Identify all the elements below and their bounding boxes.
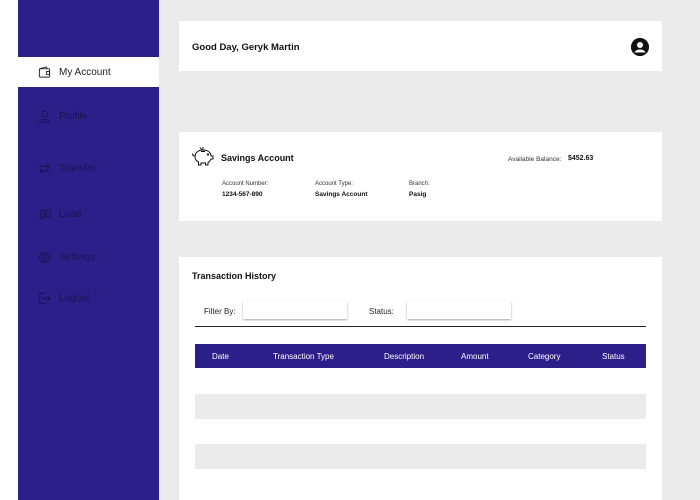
divider	[195, 326, 646, 327]
sidebar-item-transfer[interactable]: Transfer	[18, 153, 159, 183]
transaction-history-title: Transaction History	[192, 271, 277, 281]
balance-value: $452.63	[568, 155, 594, 162]
transaction-history-card: Transaction History Filter By: Status: D…	[179, 257, 662, 500]
transfer-icon	[38, 162, 51, 175]
header-card: Good Day, Geryk Martin	[179, 21, 662, 71]
gear-icon	[38, 250, 51, 264]
column-header-category: Category	[528, 352, 561, 361]
money-icon	[38, 208, 51, 221]
sidebar-item-label: Settings	[59, 251, 96, 263]
sidebar-item-label: Transfer	[59, 162, 96, 174]
sidebar-item-profile[interactable]: Profile	[18, 101, 159, 131]
branch-label: Branch:	[409, 181, 430, 187]
logout-icon	[38, 292, 51, 305]
wallet-icon	[38, 65, 51, 79]
table-header: Date Transaction Type Description Amount…	[195, 344, 646, 368]
table-row	[195, 444, 646, 469]
account-card: Savings Account Available Balance: $452.…	[179, 132, 662, 221]
account-title: Savings Account	[221, 153, 294, 163]
sidebar-item-label: Profile	[59, 110, 88, 122]
user-icon	[38, 110, 51, 123]
sidebar-item-load[interactable]: Load	[18, 199, 159, 229]
column-header-amount: Amount	[461, 352, 489, 361]
sidebar-item-settings[interactable]: Settings	[18, 242, 159, 272]
column-header-date: Date	[212, 352, 229, 361]
sidebar-item-label: Load	[59, 208, 82, 220]
column-header-description: Description	[384, 352, 425, 361]
sidebar-item-label: My Account	[59, 66, 111, 78]
sidebar-item-my-account[interactable]: My Account	[18, 57, 159, 87]
sidebar-item-label: Logout	[59, 292, 90, 304]
filter-input[interactable]	[243, 301, 347, 319]
balance-label: Available Balance:	[508, 156, 562, 163]
user-avatar-icon[interactable]	[631, 38, 649, 56]
sidebar: My Account Profile Transfer Load Setting…	[18, 0, 159, 500]
sidebar-item-logout[interactable]: Logout	[18, 283, 159, 313]
greeting-text: Good Day, Geryk Martin	[192, 42, 300, 53]
branch-value: Pasig	[409, 191, 427, 198]
status-label: Status:	[369, 307, 394, 316]
table-row	[195, 394, 646, 419]
account-type-value: Savings Account	[315, 191, 368, 198]
main-content: Good Day, Geryk Martin Savings Account A…	[159, 0, 700, 500]
status-input[interactable]	[407, 301, 511, 319]
account-number-value: 1234-567-890	[222, 191, 263, 198]
column-header-transaction-type: Transaction Type	[273, 352, 334, 361]
column-header-status: Status	[602, 352, 625, 361]
filter-label: Filter By:	[204, 307, 236, 316]
piggy-bank-icon	[192, 147, 214, 166]
account-number-label: Account Number:	[222, 181, 269, 187]
account-type-label: Account Type:	[315, 181, 353, 187]
